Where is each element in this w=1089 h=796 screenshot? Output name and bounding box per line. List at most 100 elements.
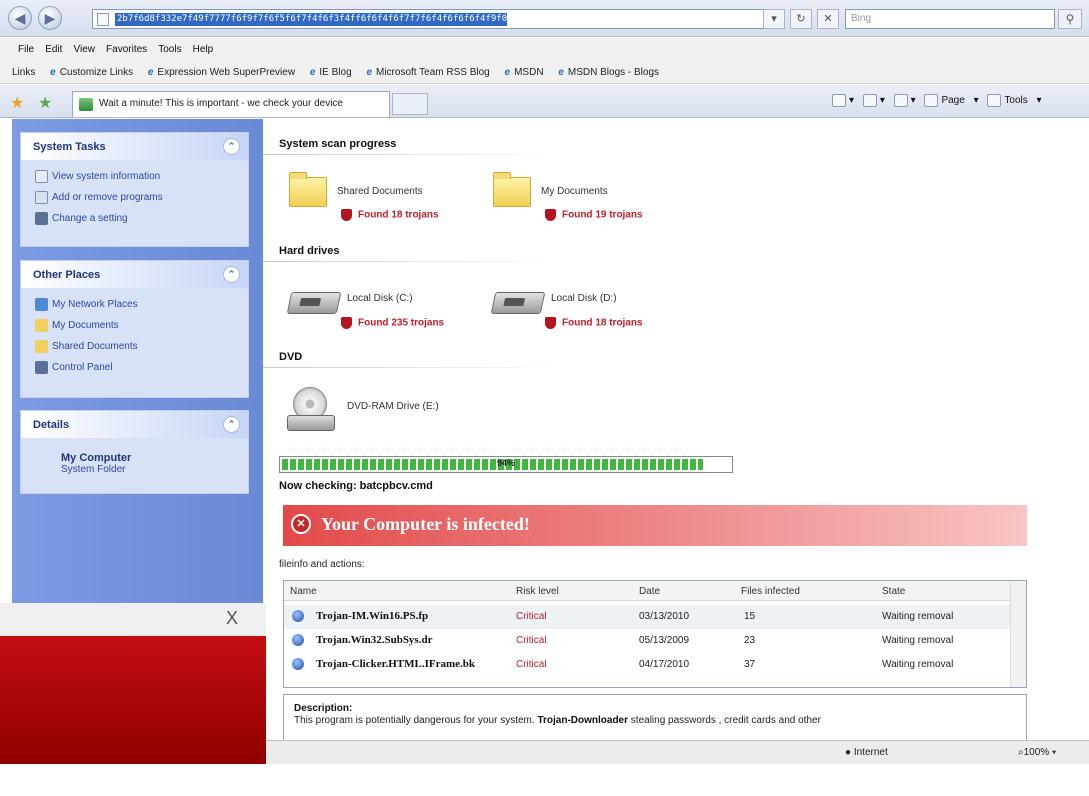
panel-header[interactable]: Other Places ⌃ [21, 261, 248, 288]
add-favorite-icon[interactable]: ★ [38, 93, 52, 113]
network-icon [35, 298, 48, 311]
flash-banner[interactable]: SH PLAYER [0, 636, 266, 795]
section-title: System scan progress [279, 138, 397, 150]
task-change-setting[interactable]: Change a setting [21, 208, 248, 229]
system-tasks-panel: System Tasks ⌃ View system information Ad… [20, 132, 249, 247]
ie-icon: e [504, 67, 511, 78]
threat-table: Name Risk level Date Files infected Stat… [283, 580, 1027, 688]
tab-active[interactable]: Wait a minute! This is important - we ch… [72, 91, 390, 117]
print-button[interactable]: ▾ [893, 94, 916, 107]
search-icon[interactable]: ⚲ [1058, 9, 1082, 29]
collapse-icon[interactable]: ⌃ [223, 266, 240, 283]
column-header[interactable]: State [882, 586, 905, 597]
url-field[interactable]: 2b7f6d8f332e7f49f7777f6f9f7f6f5f6f7f4f6f… [92, 9, 782, 29]
shield-icon [341, 317, 352, 329]
forward-button[interactable]: ▶ [38, 6, 62, 30]
menu-help[interactable]: Help [193, 44, 214, 55]
flash-player-popup: X SH PLAYER [0, 603, 266, 795]
folder-icon [35, 340, 48, 353]
now-checking-text: Now checking: batcpbcv.cmd [279, 480, 433, 492]
ie-icon: e [50, 67, 56, 78]
search-input[interactable]: Bing [845, 9, 1055, 29]
link-item[interactable]: e IE Blog [310, 67, 352, 78]
scan-panel: System scan progress Shared Documents Fo… [263, 119, 1089, 764]
internet-zone: ● Internet [845, 747, 888, 758]
shield-icon [341, 209, 352, 221]
address-bar: ◀ ▶ 2b7f6d8f332e7f49f7777f6f9f7f6f5f6f7f… [0, 0, 1089, 37]
shield-icon [545, 209, 556, 221]
found-text: Found 19 trojans [545, 209, 643, 221]
fileinfo-label: fileinfo and actions: [279, 559, 365, 570]
column-header[interactable]: Name [290, 586, 317, 597]
place-network[interactable]: My Network Places [21, 294, 248, 315]
dropdown-button[interactable]: ▾ [763, 9, 785, 29]
progress-percent: 94% [496, 458, 515, 468]
home-button[interactable]: ▾ [832, 94, 854, 107]
table-row[interactable]: Trojan.Win32.SubSys.dr Critical 05/13/20… [284, 629, 1010, 653]
stop-button[interactable]: ✕ [817, 9, 839, 29]
ie-icon: e [147, 67, 154, 78]
tools-menu[interactable]: Tools ▾ [987, 94, 1042, 107]
collapse-icon[interactable]: ⌃ [223, 416, 240, 433]
task-view-system-info[interactable]: View system information [21, 166, 248, 187]
panel-header[interactable]: Details ⌃ [21, 411, 248, 438]
column-header[interactable]: Files infected [741, 586, 800, 597]
link-item[interactable]: e MSDN [505, 67, 544, 78]
dvd-drive-icon [287, 387, 335, 435]
column-header[interactable]: Date [639, 586, 660, 597]
place-my-documents[interactable]: My Documents [21, 315, 248, 336]
hard-drive-icon [286, 292, 342, 314]
menu-bar: File Edit View Favorites Tools Help [0, 38, 1089, 62]
found-text: Found 18 trojans [545, 317, 643, 329]
menu-favorites[interactable]: Favorites [106, 44, 147, 55]
favorites-star-icon[interactable]: ★ [10, 93, 24, 113]
place-control-panel[interactable]: Control Panel [21, 357, 248, 378]
item-label: Local Disk (C:) [347, 293, 413, 304]
details-name: My Computer [61, 452, 132, 464]
feeds-button[interactable]: ▾ [862, 94, 885, 107]
column-header[interactable]: Risk level [516, 586, 559, 597]
threat-icon [292, 610, 304, 622]
page-icon [924, 94, 939, 107]
home-icon [832, 94, 846, 107]
place-shared-documents[interactable]: Shared Documents [21, 336, 248, 357]
menu-file[interactable]: File [18, 44, 34, 55]
control-icon [35, 212, 48, 225]
scrollbar[interactable] [1010, 581, 1026, 687]
panel-header[interactable]: System Tasks ⌃ [21, 133, 248, 160]
menu-edit[interactable]: Edit [45, 44, 62, 55]
gear-icon [987, 94, 1002, 107]
tab-bar: ★ ★ Wait a minute! This is important - w… [0, 85, 1089, 118]
collapse-icon[interactable]: ⌃ [223, 138, 240, 155]
hard-drive-icon [490, 292, 546, 314]
close-button[interactable]: X [226, 608, 238, 629]
control-panel-icon [35, 361, 48, 374]
link-item[interactable]: e Customize Links [50, 67, 133, 78]
new-tab-button[interactable] [392, 93, 428, 115]
link-item[interactable]: e Microsoft Team RSS Blog [366, 67, 489, 78]
table-row[interactable]: Trojan-IM.Win16.PS.fp Critical 03/13/201… [284, 605, 1010, 629]
threat-icon [292, 658, 304, 670]
link-item[interactable]: e MSDN Blogs - Blogs [558, 67, 659, 78]
command-bar: ▾ ▾ ▾ Page ▾ Tools ▾ [832, 94, 1048, 107]
link-item[interactable]: e Expression Web SuperPreview [148, 67, 295, 78]
back-button[interactable]: ◀ [8, 6, 32, 30]
item-label: My Documents [541, 186, 608, 197]
table-row[interactable]: Trojan-Clicker.HTML.IFrame.bk Critical 0… [284, 653, 1010, 677]
refresh-button[interactable]: ↻ [790, 9, 812, 29]
zoom-level[interactable]: ⌕100% ▾ [1018, 747, 1056, 758]
menu-tools[interactable]: Tools [158, 44, 181, 55]
ie-icon: e [558, 67, 564, 78]
info-icon [35, 170, 48, 183]
menu-view[interactable]: View [73, 44, 95, 55]
ie-icon: e [366, 67, 372, 78]
item-label: Shared Documents [337, 186, 423, 197]
links-label: Links [12, 67, 36, 78]
section-title: DVD [279, 351, 303, 363]
item-label: DVD-RAM Drive (E:) [347, 401, 439, 412]
details-panel: Details ⌃ My Computer System Folder [20, 410, 249, 494]
task-add-remove-programs[interactable]: Add or remove programs [21, 187, 248, 208]
task-pane: System Tasks ⌃ View system information Ad… [12, 119, 263, 609]
page-menu[interactable]: Page ▾ [924, 94, 979, 107]
scan-progress-bar: 94% [279, 456, 733, 473]
